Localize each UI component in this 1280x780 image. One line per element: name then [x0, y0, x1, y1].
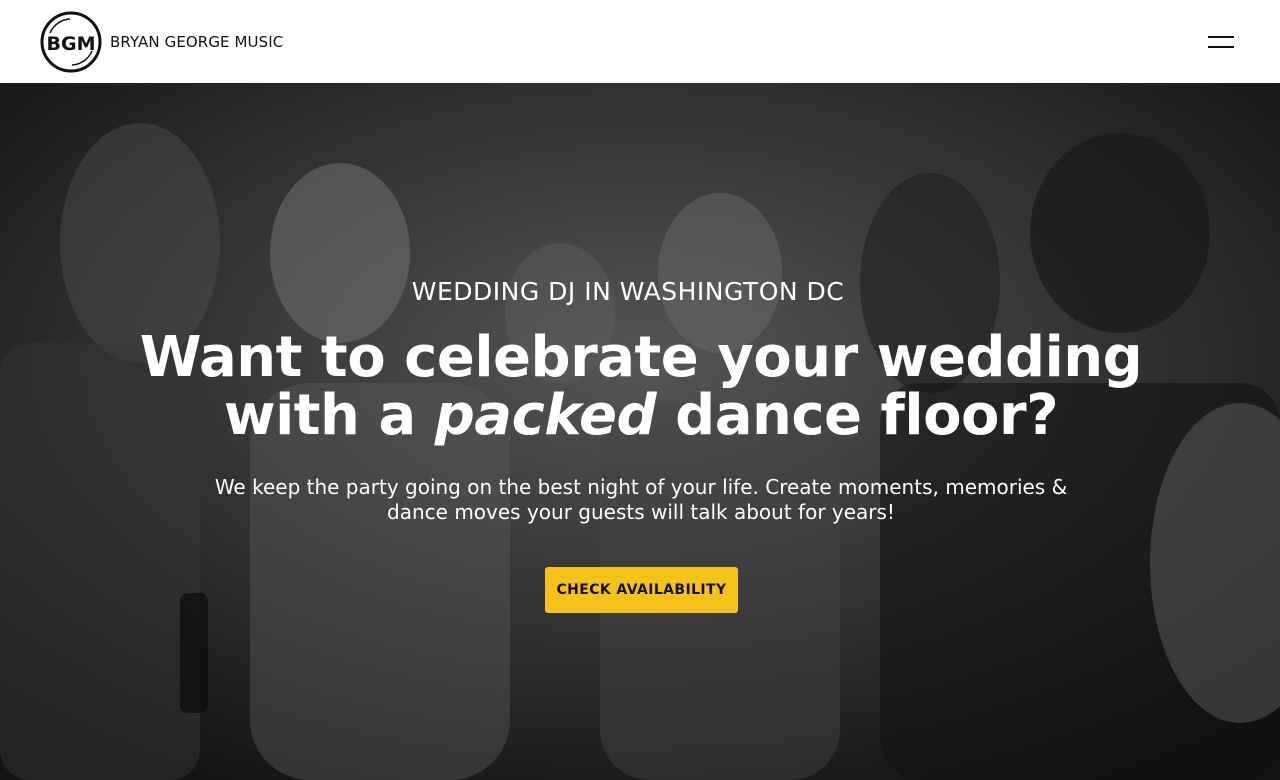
bgm-logo-icon: BGM [40, 11, 102, 72]
hero-eyebrow: WEDDING DJ IN WASHINGTON DC [411, 277, 845, 306]
headline-line-1: Want to celebrate your wedding [139, 325, 1143, 390]
menu-button[interactable] [1208, 32, 1238, 52]
home-logo-link[interactable]: BGM BRYAN GEORGE MUSIC [40, 11, 283, 73]
subhead-line-2: dance moves your guests will talk about … [387, 500, 895, 524]
hero-headline: Want to celebrate your wedding with a pa… [0, 329, 1280, 445]
menu-line-bottom [1208, 45, 1234, 48]
logo-text: BGM [47, 33, 96, 55]
headline-line-2-start: with a [223, 383, 435, 448]
headline-line-2-end: dance floor? [656, 383, 1059, 448]
hamburger-menu-icon [1208, 35, 1238, 48]
hero-section: WEDDING DJ IN WASHINGTON DC Want to cele… [0, 83, 1280, 780]
site-header: BGM BRYAN GEORGE MUSIC [0, 0, 1280, 83]
menu-line-top [1208, 35, 1234, 38]
hero-content: WEDDING DJ IN WASHINGTON DC Want to cele… [0, 83, 1280, 780]
check-availability-button[interactable]: CHECK AVAILABILITY [545, 567, 738, 613]
headline-emphasis: packed [434, 383, 657, 448]
brand-name: BRYAN GEORGE MUSIC [110, 32, 284, 51]
hero-subhead: We keep the party going on the best nigh… [0, 475, 1280, 525]
subhead-line-1: We keep the party going on the best nigh… [214, 475, 1068, 499]
